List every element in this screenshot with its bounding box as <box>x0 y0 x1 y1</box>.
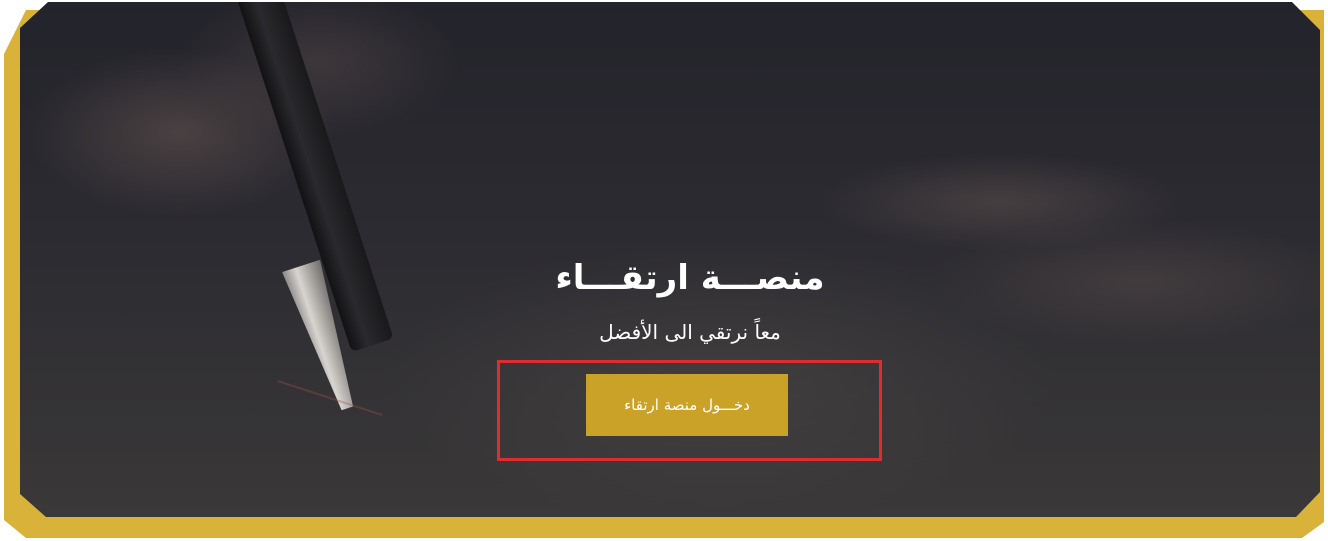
hero-content: منصـــة ارتقـــاء معاً نرتقي الى الأفضل … <box>0 0 1328 541</box>
login-platform-button[interactable]: دخـــول منصة ارتقاء <box>586 374 788 436</box>
hero-subtitle: معاً نرتقي الى الأفضل <box>599 320 781 344</box>
hero-title: منصـــة ارتقـــاء <box>555 258 825 298</box>
hero-section: منصـــة ارتقـــاء معاً نرتقي الى الأفضل … <box>0 0 1328 541</box>
